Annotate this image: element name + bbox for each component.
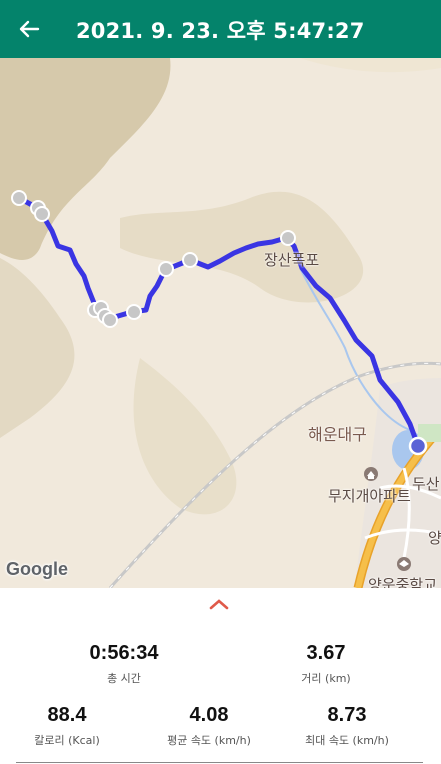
stats-panel: 0:56:34 총 시간 3.67 거리 (km) 88.4 칼로리 (Kcal…: [0, 588, 441, 764]
stat-calories: 88.4 칼로리 (Kcal): [12, 704, 122, 748]
avg-speed-label: 평균 속도 (km/h): [167, 734, 251, 747]
map-label-jangsan: 장산폭포: [264, 251, 320, 269]
map-label-yang: 양운중학교: [368, 576, 438, 588]
stat-avg-speed: 4.08 평균 속도 (km/h): [146, 704, 272, 748]
chevron-up-icon[interactable]: [207, 596, 231, 612]
stat-distance: 3.67 거리 (km): [266, 642, 386, 686]
distance-value: 3.67: [306, 642, 346, 664]
divider: [16, 762, 423, 763]
avg-speed-value: 4.08: [189, 704, 229, 726]
page-title: 2021. 9. 23. 오후 5:47:27: [76, 19, 365, 43]
max-speed-value: 8.73: [327, 704, 367, 726]
arrow-left-icon: [19, 20, 40, 38]
back-button[interactable]: [14, 14, 44, 44]
map-label-dusan: 두산: [412, 475, 440, 493]
stat-max-speed: 8.73 최대 속도 (km/h): [284, 704, 410, 748]
stat-total-time: 0:56:34 총 시간: [64, 642, 184, 686]
calories-value: 88.4: [47, 704, 87, 726]
map-label-muji: 무지개아파트: [328, 487, 411, 505]
app-bar: 2021. 9. 23. 오후 5:47:27: [0, 0, 441, 58]
map-label-haeundae: 해운대구: [308, 425, 367, 444]
distance-label: 거리 (km): [301, 672, 351, 685]
calories-label: 칼로리 (Kcal): [34, 734, 100, 747]
route-map[interactable]: 장산폭포 해운대구 두산 무지개아파트 양 양운중학교 Google: [0, 58, 441, 588]
total-time-value: 0:56:34: [89, 642, 159, 664]
google-logo: Google: [6, 559, 68, 579]
map-canvas: [0, 58, 441, 588]
map-label-yang-edge: 양: [428, 529, 441, 547]
max-speed-label: 최대 속도 (km/h): [305, 734, 389, 747]
total-time-label: 총 시간: [107, 672, 141, 685]
